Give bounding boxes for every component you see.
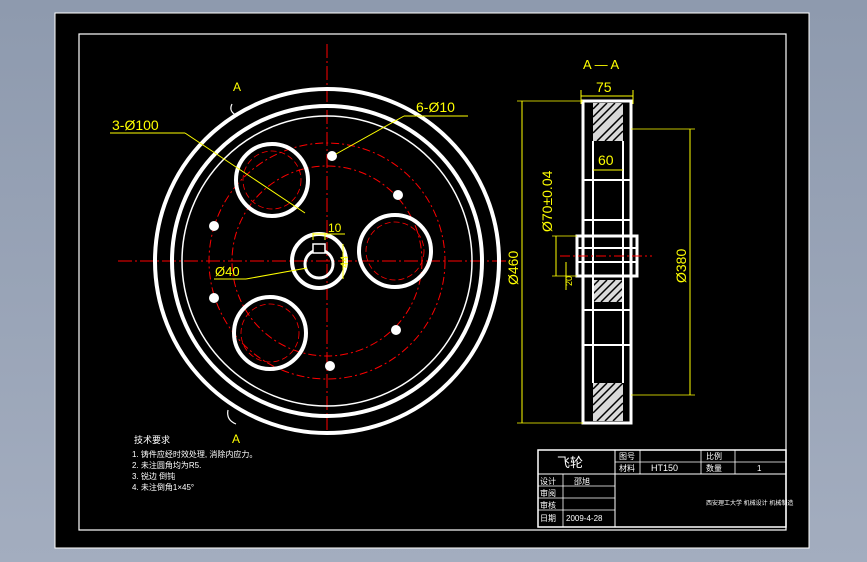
bore-note-label: Ø40: [215, 264, 240, 279]
drawing-canvas: A A 3-Ø100 6-Ø10 Ø40 10 44 A — A 75 60 Ø…: [54, 12, 810, 549]
hub-diameter-label: Ø70±0.04: [539, 170, 555, 232]
quantity-label: 数量: [706, 463, 722, 473]
quantity-value: 1: [757, 464, 762, 473]
section-marker-bottom: A: [232, 432, 240, 446]
material-value: HT150: [651, 463, 678, 473]
keyway-depth-label: 44: [339, 256, 351, 268]
keyway-width-label: 10: [328, 221, 342, 235]
part-name: 飞轮: [557, 455, 583, 470]
designer-label: 设计: [540, 476, 556, 486]
pin-hole-4: [325, 361, 335, 371]
hub-width-label: 60: [598, 152, 614, 168]
date-value: 2009-4-28: [566, 514, 603, 523]
tech-req-item: 3. 锐边 倒钝: [132, 471, 175, 481]
pin-hole-5: [209, 293, 219, 303]
material-label: 材料: [619, 463, 635, 473]
scale-label: 比例: [706, 451, 722, 461]
hole-note-label: 3-Ø100: [112, 117, 159, 133]
tech-req-item: 1. 铸件应经时效处理, 消除内应力。: [132, 449, 257, 459]
pin-hole-6: [209, 221, 219, 231]
designer-name: 邵旭: [574, 476, 590, 486]
keyway: [312, 243, 326, 254]
section-title: A — A: [583, 57, 619, 72]
tech-req-heading: 技术要求: [134, 434, 170, 445]
reviewer-label: 审核: [540, 500, 556, 510]
tech-req-item: 4. 未注倒角1×45°: [132, 482, 194, 492]
pin-hole-3: [391, 325, 401, 335]
pin-hole-1: [327, 151, 337, 161]
rim-diameter-label: Ø380: [673, 249, 689, 283]
pin-hole-2: [393, 190, 403, 200]
drafter-label: 审阅: [540, 488, 556, 498]
small-dim-label: 20: [564, 276, 574, 286]
drawing-no-label: 图号: [619, 452, 635, 461]
outer-diameter-label: Ø460: [505, 251, 521, 285]
institution-label: 西安理工大学 机械设计 机械制造: [706, 499, 793, 507]
date-label: 日期: [540, 514, 556, 523]
section-marker-top: A: [233, 80, 241, 94]
pin-note-label: 6-Ø10: [416, 99, 455, 115]
hub-hatch: [593, 280, 623, 302]
tech-req-item: 2. 未注圆角均为R5.: [132, 460, 201, 470]
overall-width-label: 75: [596, 79, 612, 95]
